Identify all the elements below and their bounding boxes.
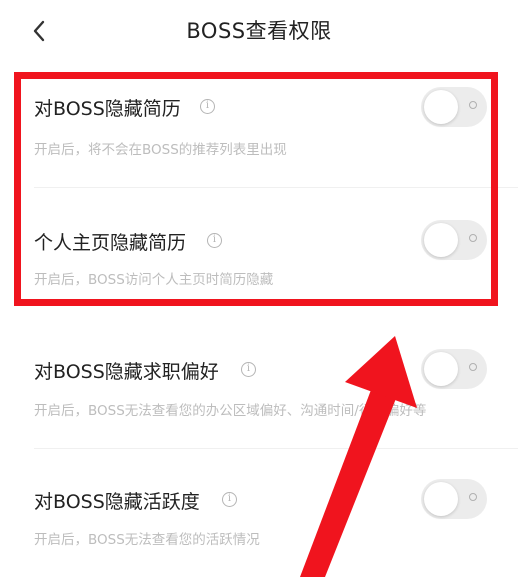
setting-title: 对BOSS隐藏活跃度 (34, 491, 200, 513)
setting-title: 个人主页隐藏简历 (34, 232, 187, 254)
homepage-hide-resume-toggle[interactable] (421, 220, 487, 260)
info-icon[interactable]: i (207, 233, 222, 248)
toggle-off-icon (469, 234, 477, 242)
info-icon[interactable]: i (200, 99, 215, 114)
hide-resume-toggle[interactable] (421, 87, 487, 127)
toggle-knob (424, 482, 458, 516)
setting-row-hide-resume: 对BOSS隐藏简历 i 开启后，将不会在BOSS的推荐列表里出现 (0, 62, 518, 187)
setting-title: 对BOSS隐藏简历 (34, 98, 181, 120)
info-icon[interactable]: i (241, 362, 256, 377)
toggle-off-icon (469, 363, 477, 371)
nav-bar: BOSS查看权限 (0, 0, 518, 62)
page-title: BOSS查看权限 (186, 19, 332, 43)
setting-description: 开启后，将不会在BOSS的推荐列表里出现 (34, 142, 287, 158)
setting-description: 开启后，BOSS无法查看您的活跃情况 (34, 532, 260, 548)
setting-row-homepage-hide-resume: 个人主页隐藏简历 i 开启后，BOSS访问个人主页时简历隐藏 (0, 188, 518, 313)
toggle-off-icon (469, 101, 477, 109)
hide-job-preference-toggle[interactable] (421, 349, 487, 389)
setting-row-hide-activity: 对BOSS隐藏活跃度 i 开启后，BOSS无法查看您的活跃情况 (0, 449, 518, 577)
setting-row-hide-job-preference: 对BOSS隐藏求职偏好 i 开启后，BOSS无法查看您的办公区域偏好、沟通时间/… (0, 313, 518, 448)
toggle-knob (424, 90, 458, 124)
info-icon[interactable]: i (222, 492, 237, 507)
setting-description: 开启后，BOSS无法查看您的办公区域偏好、沟通时间/行为偏好等 (34, 403, 427, 419)
toggle-off-icon (469, 493, 477, 501)
toggle-knob (424, 352, 458, 386)
setting-description: 开启后，BOSS访问个人主页时简历隐藏 (34, 272, 274, 288)
toggle-knob (424, 223, 458, 257)
setting-title: 对BOSS隐藏求职偏好 (34, 361, 219, 383)
hide-activity-toggle[interactable] (421, 479, 487, 519)
